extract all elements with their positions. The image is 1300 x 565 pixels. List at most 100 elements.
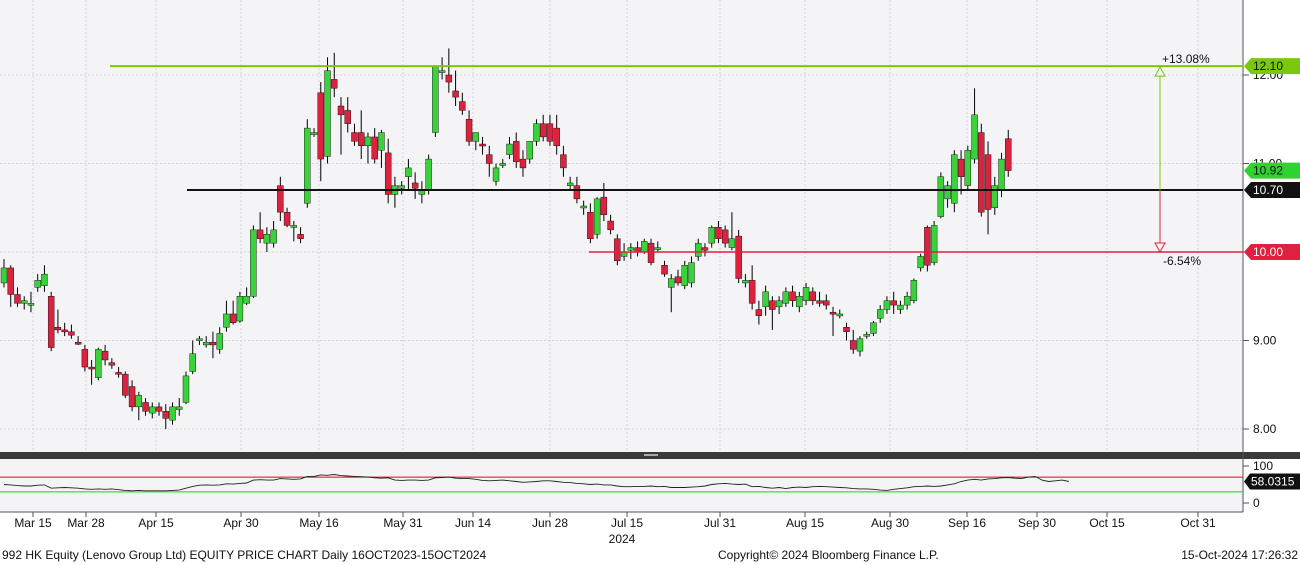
pivot-price-tag-text: 10.70	[1253, 183, 1283, 197]
candle-down-body	[142, 402, 149, 412]
candle-down-body	[587, 211, 594, 239]
candle-down-body	[519, 158, 527, 169]
candle-down-body	[816, 300, 823, 304]
resistance-price-tag-text: 12.10	[1253, 59, 1283, 73]
rsi-tick-label: 100	[1253, 459, 1273, 473]
candle	[182, 371, 190, 405]
candle-down-body	[331, 79, 338, 89]
rsi-tick-label: 0	[1253, 496, 1260, 510]
support-price-tag-text: 10.00	[1253, 245, 1283, 259]
candle-up-body	[917, 256, 924, 269]
candle	[924, 225, 931, 272]
candle-down-body	[560, 154, 567, 169]
candle-up-body	[0, 267, 8, 284]
candle-down-body	[748, 280, 756, 304]
candle-down-body	[14, 294, 21, 304]
candle-down-body	[647, 242, 655, 263]
candle	[122, 371, 129, 399]
candle	[937, 172, 945, 219]
candle-up-body	[304, 127, 311, 204]
candle-down-body	[546, 123, 554, 142]
candle-up-body	[324, 70, 331, 157]
candle-down-body	[735, 235, 742, 279]
price-tick-label: 9.00	[1253, 334, 1277, 348]
candle-up-body	[580, 205, 587, 209]
candle-down-body	[850, 340, 857, 350]
candle-up-body	[796, 296, 803, 308]
support-price-tag: 10.00	[1244, 244, 1300, 260]
candle-down-body	[7, 267, 14, 295]
chart-footer-title: 992 HK Equity (Lenovo Group Ltd) EQUITY …	[2, 548, 487, 562]
candle-down-body	[209, 342, 217, 346]
candle-up-body	[189, 353, 196, 372]
candle-down-body	[465, 119, 473, 142]
candle-up-body	[533, 123, 540, 142]
date-tick-label: Jul 15	[611, 516, 643, 530]
date-tick-label: Apr 15	[138, 516, 174, 530]
candle	[432, 65, 439, 137]
candle-down-body	[769, 300, 776, 310]
candle-down-body	[843, 327, 850, 332]
candle-up-body	[223, 313, 230, 328]
candle-up-body	[499, 163, 506, 166]
copyright-text: Copyright© 2024 Bloomberg Finance L.P.	[718, 548, 939, 562]
candle	[593, 197, 601, 239]
candle-down-body	[924, 227, 931, 266]
candle-down-body	[297, 234, 304, 239]
candle-up-body	[903, 296, 911, 306]
candle-up-body	[250, 229, 257, 297]
candle-up-body	[196, 338, 203, 341]
candle-down-body	[479, 143, 486, 147]
price-chart: 12.0011.0010.009.008.00 Mar 15Mar 28Apr …	[0, 0, 1300, 546]
candle-up-body	[95, 349, 102, 378]
candle-up-body	[937, 176, 945, 217]
date-tick-label: Oct 31	[1180, 516, 1216, 530]
candle-up-body	[398, 185, 405, 189]
rsi-panel-background	[0, 459, 1243, 512]
candle-up-body	[432, 65, 439, 133]
candle-down-body	[317, 92, 324, 160]
candle-up-body	[438, 70, 446, 73]
date-tick-label: Sep 30	[1018, 516, 1056, 530]
candle	[930, 221, 938, 266]
candle-up-body	[405, 167, 412, 177]
candle-up-body	[182, 375, 190, 403]
rsi-value-text: 58.0315	[1251, 475, 1295, 489]
candle	[735, 229, 742, 283]
date-tick-label: Oct 15	[1089, 516, 1125, 530]
candle-down-body	[984, 154, 992, 210]
date-tick-label: Mar 28	[67, 516, 105, 530]
candle-up-body	[135, 395, 143, 408]
candle-up-body	[802, 287, 810, 301]
candle-down-body	[486, 154, 493, 164]
panel-separator-grip[interactable]	[644, 454, 658, 456]
candle	[95, 347, 102, 381]
candle-up-body	[910, 280, 918, 301]
candle-up-body	[877, 309, 884, 319]
candle-up-body	[654, 247, 661, 250]
candle-down-body	[459, 101, 466, 111]
candle-down-body	[755, 309, 763, 316]
candle	[324, 57, 331, 164]
candle	[964, 145, 972, 191]
candle-down-body	[890, 300, 897, 306]
candle-down-body	[445, 74, 453, 83]
date-tick-label: Mar 15	[14, 516, 52, 530]
candle	[304, 119, 311, 208]
date-tick-label: Apr 30	[223, 516, 259, 530]
candle-down-body	[155, 406, 163, 412]
candle-down-body	[384, 152, 392, 195]
candle-down-body	[351, 132, 358, 142]
candle-down-body	[957, 158, 965, 177]
candle-down-body	[101, 350, 109, 361]
candle-down-body	[540, 123, 547, 138]
candle-down-body	[81, 349, 89, 368]
candle-up-body	[236, 296, 244, 322]
candle-up-body	[270, 229, 277, 244]
candle-up-body	[708, 227, 715, 244]
candle-up-body	[492, 167, 500, 182]
candle-down-body	[122, 373, 129, 396]
candle-up-body	[21, 300, 28, 304]
candle-down-body	[68, 331, 75, 336]
candle	[978, 123, 985, 217]
